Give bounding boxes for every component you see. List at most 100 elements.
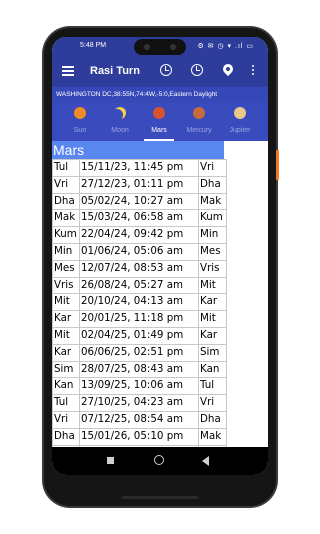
to-sign-cell: Kar: [198, 293, 227, 312]
from-sign-cell: Dha: [52, 427, 80, 446]
tab-jupiter[interactable]: Jupiter: [220, 103, 260, 141]
moon-icon: [114, 107, 126, 119]
to-sign-cell: Mes: [198, 242, 227, 261]
tab-label: Mars: [151, 127, 167, 134]
transit-date-cell: 05/02/24, 10:27 am: [79, 192, 199, 211]
app-title: Rasi Turn: [90, 65, 140, 77]
transit-date-cell: 06/06/25, 02:51 pm: [79, 343, 199, 362]
to-sign-cell: Vri: [198, 394, 227, 412]
transit-date-cell: 01/06/24, 05:06 am: [79, 242, 199, 261]
from-sign-cell: Vri: [52, 410, 80, 429]
transit-date-cell: 26/08/24, 05:27 am: [79, 276, 199, 295]
jupiter-icon: [234, 107, 246, 119]
transit-date-cell: 13/09/25, 10:06 am: [79, 377, 199, 396]
transit-content: Mars Tul 15/11/23, 11:45 pm Vri Vri 27/12/23…: [52, 141, 268, 447]
to-sign-cell: Kar: [198, 326, 227, 345]
table-row: Sim 28/07/25, 08:43 am Kan: [52, 360, 227, 379]
tab-label: Mercury: [186, 127, 212, 134]
app-bar: Rasi Turn: [52, 57, 268, 87]
system-nav-bar: [52, 447, 268, 475]
clock-icon[interactable]: [160, 64, 172, 76]
from-sign-cell: Vris: [52, 276, 80, 295]
from-sign-cell: Kar: [52, 343, 80, 362]
from-sign-cell: Vri: [52, 175, 80, 194]
mars-icon: [153, 107, 165, 119]
table-row: Kum 22/04/24, 09:42 pm Min: [52, 226, 227, 244]
transit-table: Tul 15/11/23, 11:45 pm Vri Vri 27/12/23, 01:…: [52, 159, 227, 447]
table-row: Kar 06/06/25, 02:51 pm Sim: [52, 343, 227, 362]
from-sign-cell: Min: [52, 242, 80, 261]
location-info: WASHINGTON DC,38:55N,74:4W,-5:0,Eastern …: [52, 87, 268, 103]
tab-mercury[interactable]: Mercury: [179, 103, 219, 141]
to-sign-cell: Dha: [198, 410, 227, 429]
to-sign-cell: Mak: [198, 427, 227, 446]
transit-date-cell: 20/10/24, 04:13 am: [79, 293, 199, 312]
transit-date-cell: 27/10/25, 04:23 am: [79, 394, 199, 412]
to-sign-cell: Vri: [198, 159, 227, 177]
from-sign-cell: Mit: [52, 326, 80, 345]
table-row: Kan 13/09/25, 10:06 am Tul: [52, 377, 227, 396]
home-icon[interactable]: [154, 455, 164, 465]
to-sign-cell: Min: [198, 226, 227, 244]
table-row: Mak 15/03/24, 06:58 am Kum: [52, 209, 227, 228]
table-row: Vri 27/12/23, 01:11 pm Dha: [52, 175, 227, 194]
table-row: Vris 26/08/24, 05:27 am Mit: [52, 276, 227, 295]
to-sign-cell: Vris: [198, 259, 227, 278]
hamburger-menu-icon[interactable]: [62, 66, 74, 76]
from-sign-cell: Mes: [52, 259, 80, 278]
table-row: Tul 27/10/25, 04:23 am Vri: [52, 394, 227, 412]
transit-date-cell: 22/04/24, 09:42 pm: [79, 226, 199, 244]
camera-icon: [144, 44, 150, 50]
tab-sun[interactable]: Sun: [60, 103, 100, 141]
power-button: [276, 150, 279, 180]
tab-label: Sun: [73, 127, 87, 134]
from-sign-cell: Sim: [52, 360, 80, 379]
tab-label: Moon: [111, 127, 129, 134]
transit-date-cell: 15/03/24, 06:58 am: [79, 209, 199, 228]
from-sign-cell: Dha: [52, 192, 80, 211]
transit-date-cell: 27/12/23, 01:11 pm: [79, 175, 199, 194]
phone-chin: [122, 496, 198, 499]
camera-notch: [134, 39, 186, 55]
table-row: Mes 12/07/24, 08:53 am Vris: [52, 259, 227, 278]
from-sign-cell: Kan: [52, 377, 80, 396]
tab-label: Jupiter: [229, 127, 251, 134]
location-pin-icon[interactable]: [220, 61, 236, 77]
from-sign-cell: Tul: [52, 394, 80, 412]
tab-mars[interactable]: Mars: [139, 103, 179, 141]
from-sign-cell: Kum: [52, 226, 80, 244]
from-sign-cell: Mit: [52, 293, 80, 312]
table-row: Dha 15/01/26, 05:10 pm Mak: [52, 427, 227, 446]
sun-icon: [74, 107, 86, 119]
transit-date-cell: 15/11/23, 11:45 pm: [79, 159, 199, 177]
table-row: Mit 20/10/24, 04:13 am Kar: [52, 293, 227, 312]
back-icon[interactable]: [202, 456, 209, 466]
page-title: Mars: [52, 141, 224, 159]
table-row: Mit 02/04/25, 01:49 pm Kar: [52, 326, 227, 345]
transit-date-cell: 15/01/26, 05:10 pm: [79, 427, 199, 446]
to-sign-cell: Kan: [198, 360, 227, 379]
transit-date-cell: 12/07/24, 08:53 am: [79, 259, 199, 278]
more-options-icon[interactable]: [252, 65, 255, 77]
status-icons: ⚙ ✉ ◷ ▾ .ıl ▭: [197, 43, 254, 50]
transit-date-cell: 20/01/25, 11:18 pm: [79, 310, 199, 328]
table-row: Tul 15/11/23, 11:45 pm Vri: [52, 159, 227, 177]
transit-date-cell: 02/04/25, 01:49 pm: [79, 326, 199, 345]
to-sign-cell: Tul: [198, 377, 227, 396]
status-time: 5:48 PM: [80, 42, 107, 49]
to-sign-cell: Sim: [198, 343, 227, 362]
to-sign-cell: Mit: [198, 310, 227, 328]
from-sign-cell: Kar: [52, 310, 80, 328]
camera-icon: [170, 44, 176, 50]
to-sign-cell: Mit: [198, 276, 227, 295]
screen: 5:48 PM ⚙ ✉ ◷ ▾ .ıl ▭ Rasi Turn WASHINGT…: [52, 37, 268, 475]
clock-alt-icon[interactable]: [191, 64, 203, 76]
to-sign-cell: Mak: [198, 192, 227, 211]
to-sign-cell: Dha: [198, 175, 227, 194]
tab-moon[interactable]: Moon: [100, 103, 140, 141]
table-row: Vri 07/12/25, 08:54 am Dha: [52, 410, 227, 429]
table-row: Kar 20/01/25, 11:18 pm Mit: [52, 310, 227, 328]
table-row: Min 01/06/24, 05:06 am Mes: [52, 242, 227, 261]
table-row: Dha 05/02/24, 10:27 am Mak: [52, 192, 227, 211]
recents-icon[interactable]: [107, 457, 114, 464]
